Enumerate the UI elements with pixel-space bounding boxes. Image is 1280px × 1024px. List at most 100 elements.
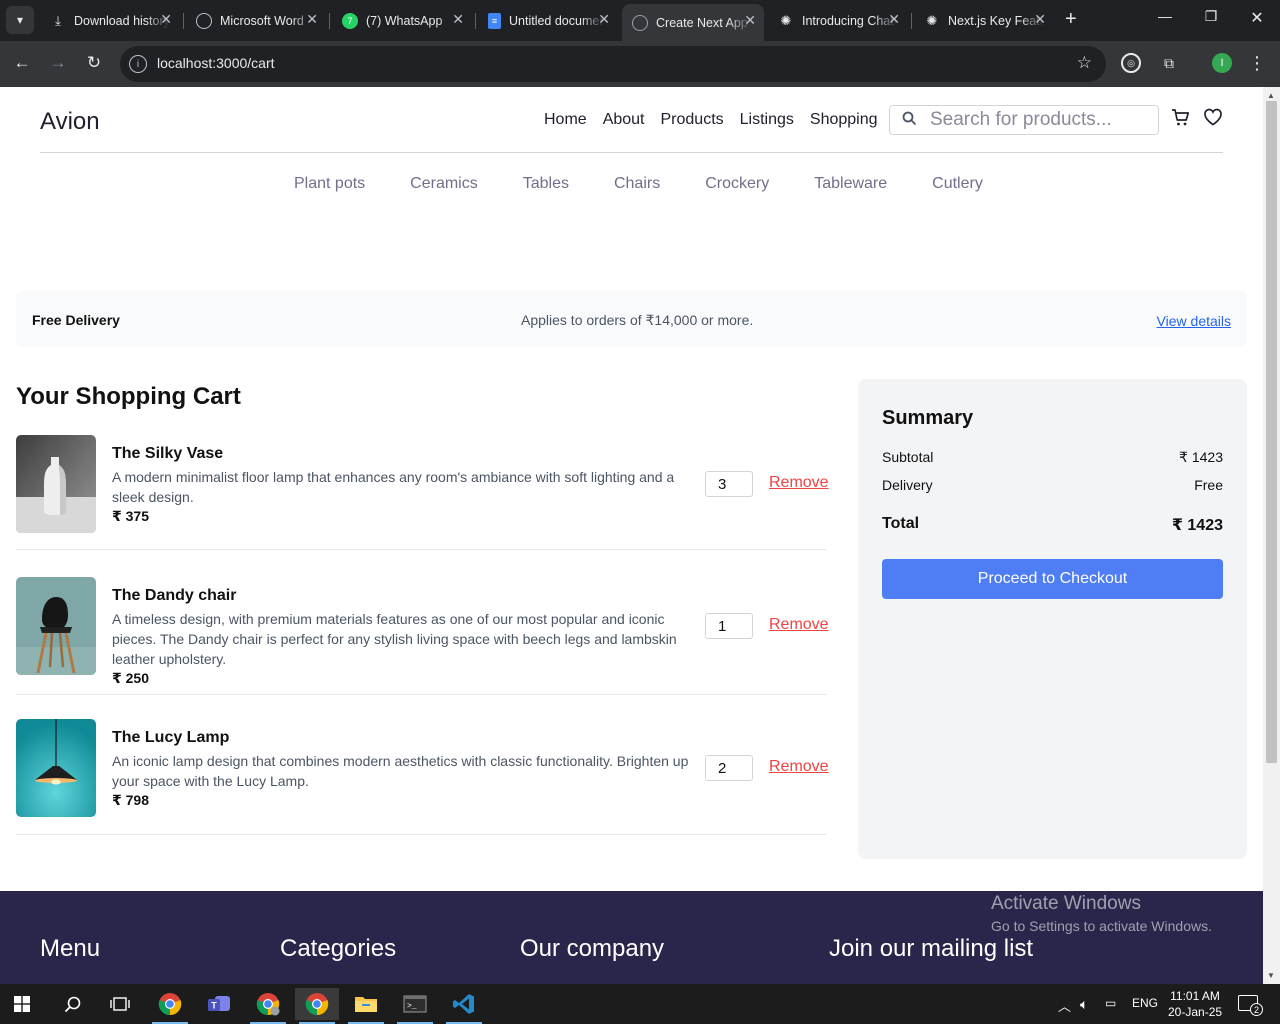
category-cutlery[interactable]: Cutlery [932, 175, 983, 193]
total-label: Total [882, 515, 920, 532]
restore-button[interactable]: ❐ [1188, 8, 1234, 25]
product-image-lamp[interactable] [16, 719, 96, 817]
scroll-down-arrow-icon[interactable]: ▼ [1267, 971, 1275, 980]
minimize-button[interactable]: — [1142, 8, 1188, 24]
item-name[interactable]: The Silky Vase [112, 445, 223, 463]
banner-title: Free Delivery [32, 312, 120, 328]
tab-chatgpt[interactable]: ✺ Introducing ChatGPT ✕ [768, 6, 908, 35]
taskbar-search-icon[interactable] [50, 988, 94, 1020]
system-clock[interactable]: 11:01 AM 20-Jan-25 [1168, 988, 1222, 1020]
site-info-icon[interactable]: i [129, 55, 147, 73]
reload-button[interactable]: ↻ [82, 53, 106, 73]
extensions-puzzle-icon[interactable]: ⧉ [1158, 52, 1180, 74]
tab-divider [329, 13, 330, 29]
scroll-thumb[interactable] [1266, 101, 1277, 763]
tab-label: Untitled document [509, 13, 605, 28]
back-button[interactable]: ← [10, 53, 34, 73]
notification-icon[interactable]: 2 [1238, 995, 1263, 1016]
nav-listings[interactable]: Listings [740, 111, 794, 129]
tab-search-button[interactable]: ▾ [6, 6, 34, 34]
terminal-taskbar-icon[interactable]: >_ [393, 988, 437, 1024]
remove-button[interactable]: Remove [769, 616, 829, 634]
windows-taskbar: T >_ ︿ 🔈︎ ▭ ENG 11:01 AM 20-Jan-25 2 [0, 984, 1280, 1024]
page-scrollbar[interactable]: ▲ ▼ [1263, 87, 1280, 984]
whatsapp-icon: 7 [342, 12, 358, 29]
tab-divider [911, 13, 912, 29]
tab-microsoft-word[interactable]: Microsoft Word ✕ [186, 6, 326, 35]
language-indicator[interactable]: ENG [1132, 996, 1158, 1010]
view-details-link[interactable]: View details [1157, 313, 1231, 329]
tab-nextjs-features[interactable]: ✺ Next.js Key Features ✕ [914, 6, 1054, 35]
close-icon[interactable]: ✕ [744, 12, 756, 29]
chrome-taskbar-icon[interactable] [148, 988, 192, 1024]
start-button[interactable] [0, 988, 44, 1020]
item-price: ₹ 375 [112, 508, 149, 524]
delivery-value: Free [1194, 477, 1223, 493]
checkout-button[interactable]: Proceed to Checkout [882, 559, 1223, 599]
tray-overflow-icon[interactable]: ︿ [1058, 996, 1071, 1015]
teams-taskbar-icon[interactable]: T [197, 988, 241, 1020]
quantity-input[interactable] [705, 613, 753, 639]
quantity-input[interactable] [705, 755, 753, 781]
search-input[interactable] [930, 108, 1150, 132]
total-value: ₹ 1423 [1171, 517, 1223, 534]
scroll-up-arrow-icon[interactable]: ▲ [1267, 91, 1275, 100]
product-image-chair[interactable] [16, 577, 96, 675]
total-row: Total ₹ 1423 [882, 515, 1223, 534]
tab-download-history[interactable]: ⤓ Download history ✕ [40, 6, 180, 35]
tab-whatsapp[interactable]: 7 (7) WhatsApp ✕ [332, 6, 472, 35]
task-view-icon[interactable] [98, 988, 142, 1020]
watermark-subtitle: Go to Settings to activate Windows. [991, 918, 1212, 934]
quantity-input[interactable] [705, 471, 753, 497]
tab-label: Introducing ChatGPT [802, 13, 898, 28]
free-delivery-banner: Free Delivery Applies to orders of ₹14,0… [16, 291, 1247, 347]
nav-home[interactable]: Home [544, 111, 587, 129]
item-name[interactable]: The Dandy chair [112, 587, 236, 605]
category-crockery[interactable]: Crockery [705, 175, 769, 193]
remove-button[interactable]: Remove [769, 474, 829, 492]
tab-create-next-app[interactable]: Create Next App ✕ [622, 4, 764, 41]
extension-icon[interactable]: ◎ [1121, 53, 1141, 73]
network-icon[interactable]: ▭ [1105, 996, 1116, 1010]
category-ceramics[interactable]: Ceramics [410, 175, 478, 193]
volume-icon[interactable]: 🔈︎ [1080, 996, 1088, 1013]
item-name[interactable]: The Lucy Lamp [112, 729, 229, 747]
file-explorer-taskbar-icon[interactable] [344, 988, 388, 1024]
browser-menu-icon[interactable]: ⋮ [1246, 52, 1268, 74]
nav-shopping[interactable]: Shopping [810, 111, 878, 129]
window-close-button[interactable]: ✕ [1234, 8, 1280, 28]
cart-icon[interactable] [1171, 108, 1190, 133]
footer-heading-company: Our company [520, 935, 665, 962]
nav-products[interactable]: Products [661, 111, 724, 129]
profile-avatar[interactable]: I [1212, 53, 1232, 73]
close-icon[interactable]: ✕ [888, 11, 900, 28]
tab-google-docs[interactable]: ≡ Untitled document ✕ [478, 6, 618, 35]
category-chairs[interactable]: Chairs [614, 175, 660, 193]
product-image-vase[interactable] [16, 435, 96, 533]
close-icon[interactable]: ✕ [306, 11, 318, 28]
close-icon[interactable]: ✕ [1034, 11, 1046, 28]
url-text[interactable]: localhost:3000/cart [157, 55, 275, 71]
heart-icon[interactable] [1203, 108, 1223, 132]
address-bar[interactable]: i localhost:3000/cart ☆ [120, 46, 1106, 82]
forward-button[interactable]: → [46, 53, 70, 73]
header-divider [40, 152, 1223, 153]
item-description: An iconic lamp design that combines mode… [112, 753, 689, 789]
new-tab-button[interactable]: + [1065, 8, 1077, 31]
vscode-taskbar-icon[interactable] [442, 988, 486, 1024]
close-icon[interactable]: ✕ [452, 11, 464, 28]
remove-button[interactable]: Remove [769, 758, 829, 776]
subtotal-row: Subtotal ₹ 1423 [882, 449, 1223, 465]
nav-about[interactable]: About [603, 111, 645, 129]
category-tableware[interactable]: Tableware [814, 175, 887, 193]
chrome-profile-taskbar-icon[interactable] [246, 988, 290, 1024]
cart-title: Your Shopping Cart [16, 383, 241, 410]
chrome-active-taskbar-icon[interactable] [295, 988, 339, 1024]
close-icon[interactable]: ✕ [598, 11, 610, 28]
category-tables[interactable]: Tables [523, 175, 569, 193]
bookmark-star-icon[interactable]: ☆ [1077, 53, 1092, 73]
brand-logo[interactable]: Avion [40, 108, 100, 136]
close-icon[interactable]: ✕ [160, 11, 172, 28]
subtotal-label: Subtotal [882, 449, 934, 465]
category-plant-pots[interactable]: Plant pots [294, 175, 365, 193]
